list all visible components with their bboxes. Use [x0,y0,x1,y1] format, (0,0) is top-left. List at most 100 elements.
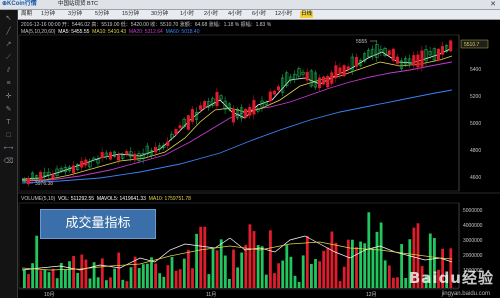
candle-body [420,50,424,67]
candle-body [342,65,346,77]
volume-bar [371,248,375,288]
volume-bar [281,260,285,288]
volume-indicator-callout: 成交量指标 [40,209,156,239]
candle-body [346,66,350,70]
volume-bar [379,222,383,288]
volume-bar [137,268,141,288]
candle-body [330,72,334,84]
ma5-line [21,47,453,180]
candle-body [317,77,322,89]
volume-bar [289,256,293,288]
candle-body [178,125,182,129]
volume-bar [35,235,39,288]
volume-bar [285,245,289,288]
candle-body [354,57,358,67]
month-label: 10月 [44,292,55,298]
volume-bar [80,254,84,288]
price-y-axis: 5400 5200 5000 4800 4600 [458,35,481,191]
volume-bar [400,244,403,288]
volume-bar [39,270,43,288]
volume-bar [117,252,121,288]
volume-bar [31,263,34,288]
last-price-label: 5510.7 [464,42,480,48]
candle-body [133,153,137,161]
volume-bar [342,266,346,288]
candle-body [248,106,252,116]
volume-bar [121,279,125,288]
volume-bar [162,276,166,288]
candle-body [51,174,55,179]
volume-bar [88,278,92,288]
volume-bar [47,272,51,288]
volume-bar [141,264,145,288]
candle-body [190,108,194,122]
volume-bar [100,258,104,288]
volume-bar [318,261,321,288]
volume-bar [367,212,371,288]
candle-body [84,159,88,166]
volume-bar [219,239,223,288]
volume-bar [207,274,211,288]
volume-bar [182,258,186,288]
volume-bar [68,261,71,288]
volume-bar [96,277,100,288]
candle-body [395,56,399,64]
volume-bar [232,249,235,288]
price-tick: 4600 [470,175,481,181]
candle-body [166,141,170,146]
volume-bar [269,230,272,288]
volume-bar [23,269,26,288]
candle-body [174,129,178,135]
volume-bar [236,267,239,288]
volume-bar [51,268,55,288]
volume-bar [273,273,276,288]
volume-bar [338,281,342,288]
month-label: 12月 [366,292,377,298]
volume-bar [146,263,149,288]
volume-bar [76,272,80,288]
volume-bar [387,265,391,288]
price-tick: 5400 [470,67,481,73]
candle-body [215,92,219,107]
volume-bar [301,255,305,288]
volume-bar [404,278,408,288]
volume-bar [72,256,75,288]
volume-bar [244,244,248,288]
candle-body [412,55,416,66]
candle-body [203,101,207,109]
candle-body [387,50,391,56]
candle-body [334,65,338,79]
price-tick: 5200 [470,94,481,100]
volume-bar [260,246,264,288]
volume-bar [310,263,313,288]
volume-tick: 3000000 [463,238,483,244]
volume-bar [322,250,326,288]
month-label: 11月 [206,292,216,298]
candle-body [326,76,330,88]
volume-bar [27,274,30,288]
candle-body [153,147,158,153]
kline-app-window: ⊕KCoin行情 中国站现货 BTC ✕ 周期 1分钟 3分钟 5分钟 15分钟… [0,0,500,298]
candle-body [244,108,248,118]
volume-bar [125,281,129,288]
kline-chart[interactable]: 5400 5200 5000 4800 4600 5510.7 5000000 … [0,0,500,298]
volume-bar [195,233,198,288]
price-tick: 5000 [470,121,481,127]
volume-bar [355,247,358,288]
volume-bar [178,269,182,288]
volume-bar [55,278,59,288]
volume-bar [346,239,350,288]
volume-bar [166,265,170,288]
volume-bar [351,239,354,288]
volume-bar [396,277,399,288]
candle-body [391,48,395,61]
volume-bar [129,267,133,288]
candle-body [436,48,440,61]
volume-bar [252,231,256,288]
volume-bar [154,263,157,288]
volume-bar [64,269,67,288]
candle-body [416,54,420,68]
candle-body [71,165,76,174]
volume-bar [326,247,330,288]
candle-body [125,151,129,155]
